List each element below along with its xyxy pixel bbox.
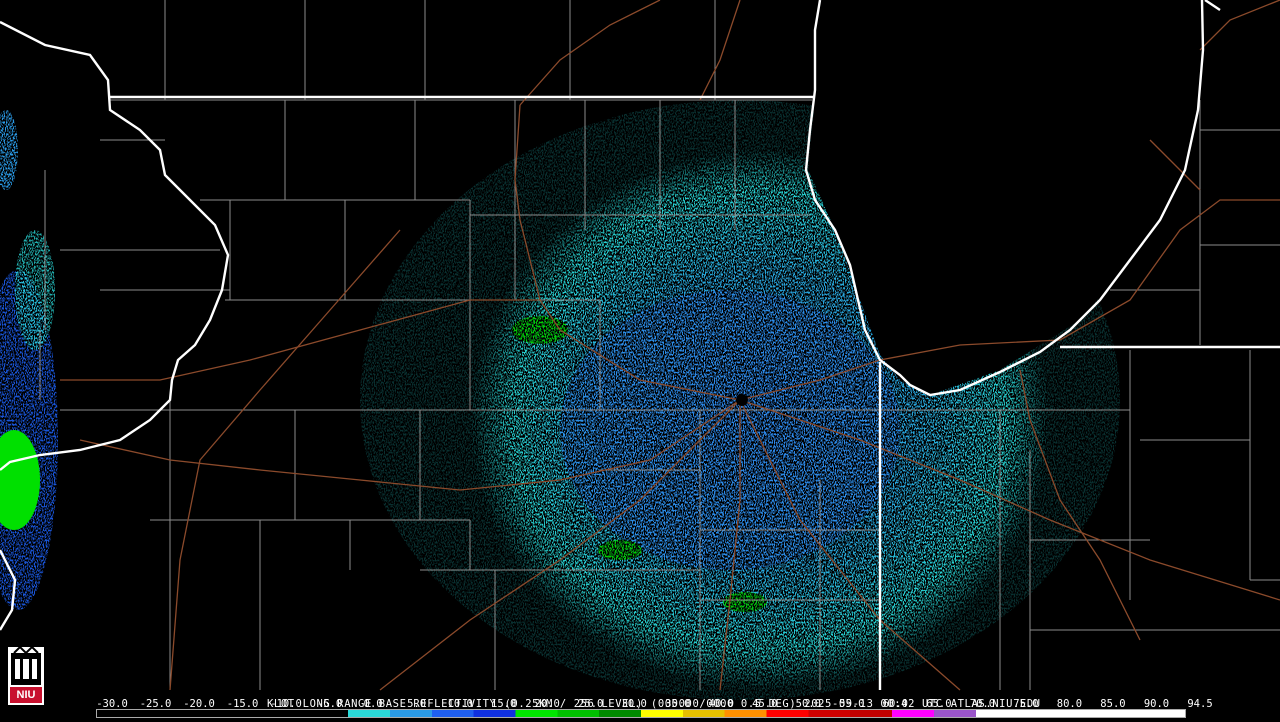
echo-nw-blue bbox=[0, 110, 18, 190]
color-scale-bar bbox=[96, 709, 1186, 718]
echo-green-2 bbox=[598, 540, 642, 560]
radar-map-view: NIU KLOT LONG RANGE BASE REFLECTIVITY (0.2… bbox=[0, 0, 1280, 720]
echo-west-cyan bbox=[15, 230, 55, 350]
scale-label: 94.5 bbox=[1187, 698, 1213, 710]
radar-site-marker bbox=[736, 394, 748, 406]
lake-michigan-east-shore bbox=[1204, 0, 1221, 11]
radar-map bbox=[0, 0, 1280, 700]
